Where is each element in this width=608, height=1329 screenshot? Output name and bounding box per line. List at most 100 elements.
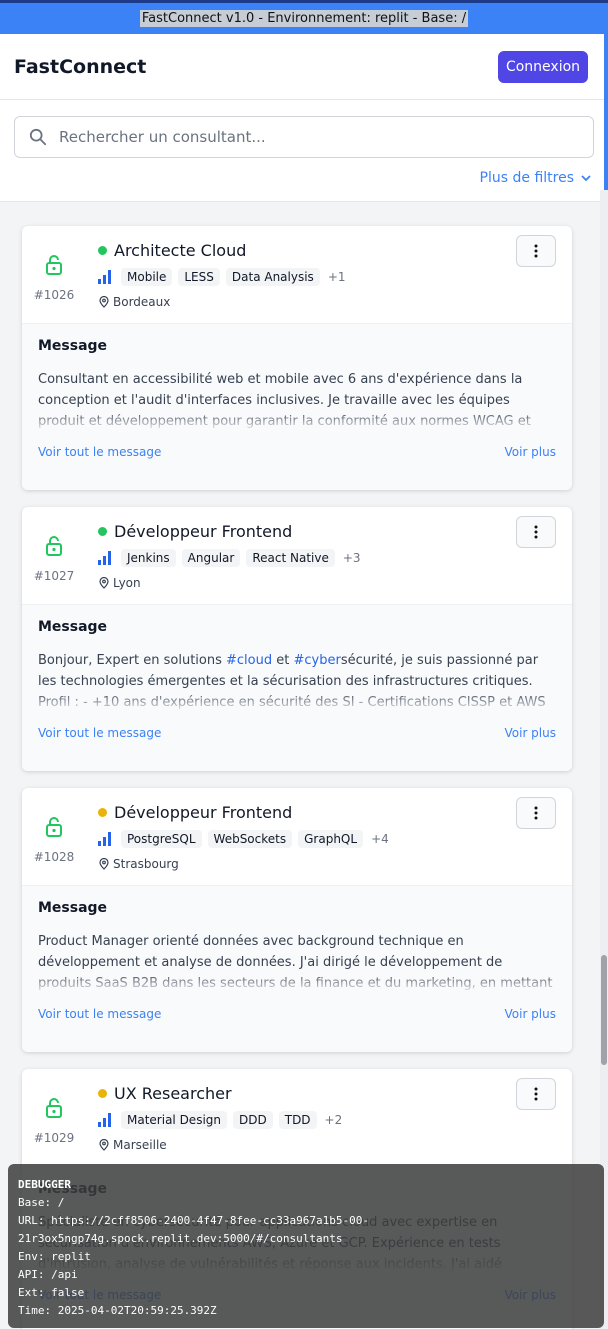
search-icon	[29, 128, 47, 146]
more-vertical-icon	[534, 525, 538, 539]
debugger-time: Time: 2025-04-02T20:59:25.392Z	[18, 1304, 217, 1317]
search-input[interactable]	[59, 128, 593, 146]
see-more-link[interactable]: Voir plus	[504, 445, 556, 459]
hashtag-link[interactable]: #cloud	[226, 653, 272, 668]
skill-chip: Angular	[181, 549, 241, 567]
card-menu-button[interactable]	[516, 235, 556, 267]
see-more-link[interactable]: Voir plus	[504, 726, 556, 740]
more-vertical-icon	[534, 806, 538, 820]
skill-chip: Material Design	[121, 1111, 227, 1129]
skill-chip: Jenkins	[121, 549, 176, 567]
level-bars-icon	[98, 1113, 111, 1127]
consultant-id: #1027	[33, 569, 75, 583]
map-pin-icon	[99, 296, 109, 308]
card-menu-button[interactable]	[516, 516, 556, 548]
card-menu-button[interactable]	[516, 1078, 556, 1110]
consultant-title: Développeur Frontend	[114, 803, 293, 822]
unlock-icon	[46, 1098, 62, 1118]
location-text: Bordeaux	[113, 295, 171, 309]
consultant-id: #1026	[33, 288, 75, 302]
debugger-ext: Ext: false	[18, 1286, 85, 1299]
consultant-title: Architecte Cloud	[114, 241, 247, 260]
location-text: Strasbourg	[113, 857, 179, 871]
status-dot	[98, 808, 107, 817]
location-text: Lyon	[113, 576, 141, 590]
message-links: Voir tout le message Voir plus	[38, 726, 556, 740]
more-skills-count: +3	[342, 551, 361, 565]
status-dot	[98, 527, 107, 536]
card-header: #1027 Développeur Frontend Jenkins Angula…	[22, 507, 572, 605]
card-info: Développeur Frontend PostgreSQL WebSocket…	[86, 788, 389, 885]
app-header: FastConnect Connexion	[0, 34, 608, 100]
title-row: Développeur Frontend	[98, 803, 389, 822]
more-skills-count: +1	[327, 270, 346, 284]
card-lock-column: #1026	[22, 226, 86, 323]
status-dot	[98, 246, 107, 255]
page-scrollbar[interactable]	[600, 190, 608, 1329]
message-text: Product Manager orienté données avec bac…	[38, 934, 553, 991]
more-vertical-icon	[534, 244, 538, 258]
map-pin-icon	[99, 577, 109, 589]
level-bars-icon	[98, 270, 111, 284]
skill-chip: Mobile	[121, 268, 173, 286]
message-preview: Product Manager orienté données avec bac…	[38, 931, 556, 994]
more-filters-label: Plus de filtres	[479, 170, 574, 186]
message-text: Consultant en accessibilité web et mobil…	[38, 372, 531, 429]
skill-chip: Data Analysis	[225, 268, 320, 286]
debugger-title: DEBUGGER	[18, 1178, 71, 1191]
login-button[interactable]: Connexion	[498, 50, 588, 83]
skill-chip: PostgreSQL	[121, 830, 202, 848]
location: Strasbourg	[98, 857, 389, 871]
search-box[interactable]	[14, 116, 594, 158]
card-lock-column: #1029	[22, 1069, 86, 1166]
debugger-panel: DEBUGGER Base: / URL: https://2cff8506-2…	[8, 1164, 604, 1328]
location-text: Marseille	[113, 1138, 167, 1152]
message-text-part: Bonjour, Expert en solutions	[38, 653, 227, 668]
search-section: Plus de filtres	[0, 100, 608, 202]
skill-chip: GraphQL	[298, 830, 364, 848]
see-more-link[interactable]: Voir plus	[504, 1007, 556, 1021]
message-links: Voir tout le message Voir plus	[38, 1007, 556, 1021]
skill-chip: React Native	[246, 549, 335, 567]
consultant-id: #1028	[33, 850, 75, 864]
card-header: #1029 UX Researcher Material Design DDD TD…	[22, 1069, 572, 1167]
debugger-base: Base: /	[18, 1196, 65, 1209]
card-menu-button[interactable]	[516, 797, 556, 829]
view-full-message-link[interactable]: Voir tout le message	[38, 445, 161, 459]
debugger-api: API: /api	[18, 1268, 78, 1281]
hashtag-link[interactable]: #cyber	[294, 653, 341, 668]
card-info: UX Researcher Material Design DDD TDD +2 M…	[86, 1069, 342, 1166]
view-full-message-link[interactable]: Voir tout le message	[38, 1007, 161, 1021]
map-pin-icon	[99, 858, 109, 870]
more-filters-toggle[interactable]: Plus de filtres	[14, 170, 594, 186]
header-scrollbar	[604, 34, 608, 190]
consultant-card[interactable]: #1026 Architecte Cloud Mobile LESS Data An…	[22, 226, 572, 490]
brand-title: FastConnect	[14, 55, 147, 78]
unlock-icon	[46, 817, 62, 837]
card-lock-column: #1028	[22, 788, 86, 885]
consultant-card[interactable]: #1028 Développeur Frontend PostgreSQL Web…	[22, 788, 572, 1052]
scrollbar-thumb[interactable]	[601, 955, 607, 1065]
consultant-title: UX Researcher	[114, 1084, 232, 1103]
skills-row: Material Design DDD TDD +2	[98, 1111, 342, 1129]
message-links: Voir tout le message Voir plus	[38, 445, 556, 459]
more-skills-count: +2	[324, 1113, 343, 1127]
skill-chip: DDD	[233, 1111, 273, 1129]
skill-chip: WebSockets	[207, 830, 293, 848]
view-full-message-link[interactable]: Voir tout le message	[38, 726, 161, 740]
status-dot	[98, 1089, 107, 1098]
message-label: Message	[38, 619, 108, 635]
card-info: Architecte Cloud Mobile LESS Data Analysis…	[86, 226, 346, 323]
consultant-card[interactable]: #1027 Développeur Frontend Jenkins Angula…	[22, 507, 572, 771]
skill-chip: TDD	[278, 1111, 317, 1129]
environment-banner: FastConnect v1.0 - Environnement: replit…	[0, 0, 608, 34]
consultant-id: #1029	[33, 1131, 75, 1145]
card-header: #1028 Développeur Frontend PostgreSQL Web…	[22, 788, 572, 886]
level-bars-icon	[98, 551, 111, 565]
consultant-title: Développeur Frontend	[114, 522, 293, 541]
message-section: Message Bonjour, Expert en solutions #cl…	[22, 605, 572, 771]
environment-banner-text: FastConnect v1.0 - Environnement: replit…	[139, 10, 469, 27]
skills-row: Mobile LESS Data Analysis +1	[98, 268, 346, 286]
debugger-url-line-2: 21r3ox5ngp74g.spock.replit.dev:5000/#/co…	[18, 1232, 343, 1245]
unlock-icon	[46, 255, 62, 275]
